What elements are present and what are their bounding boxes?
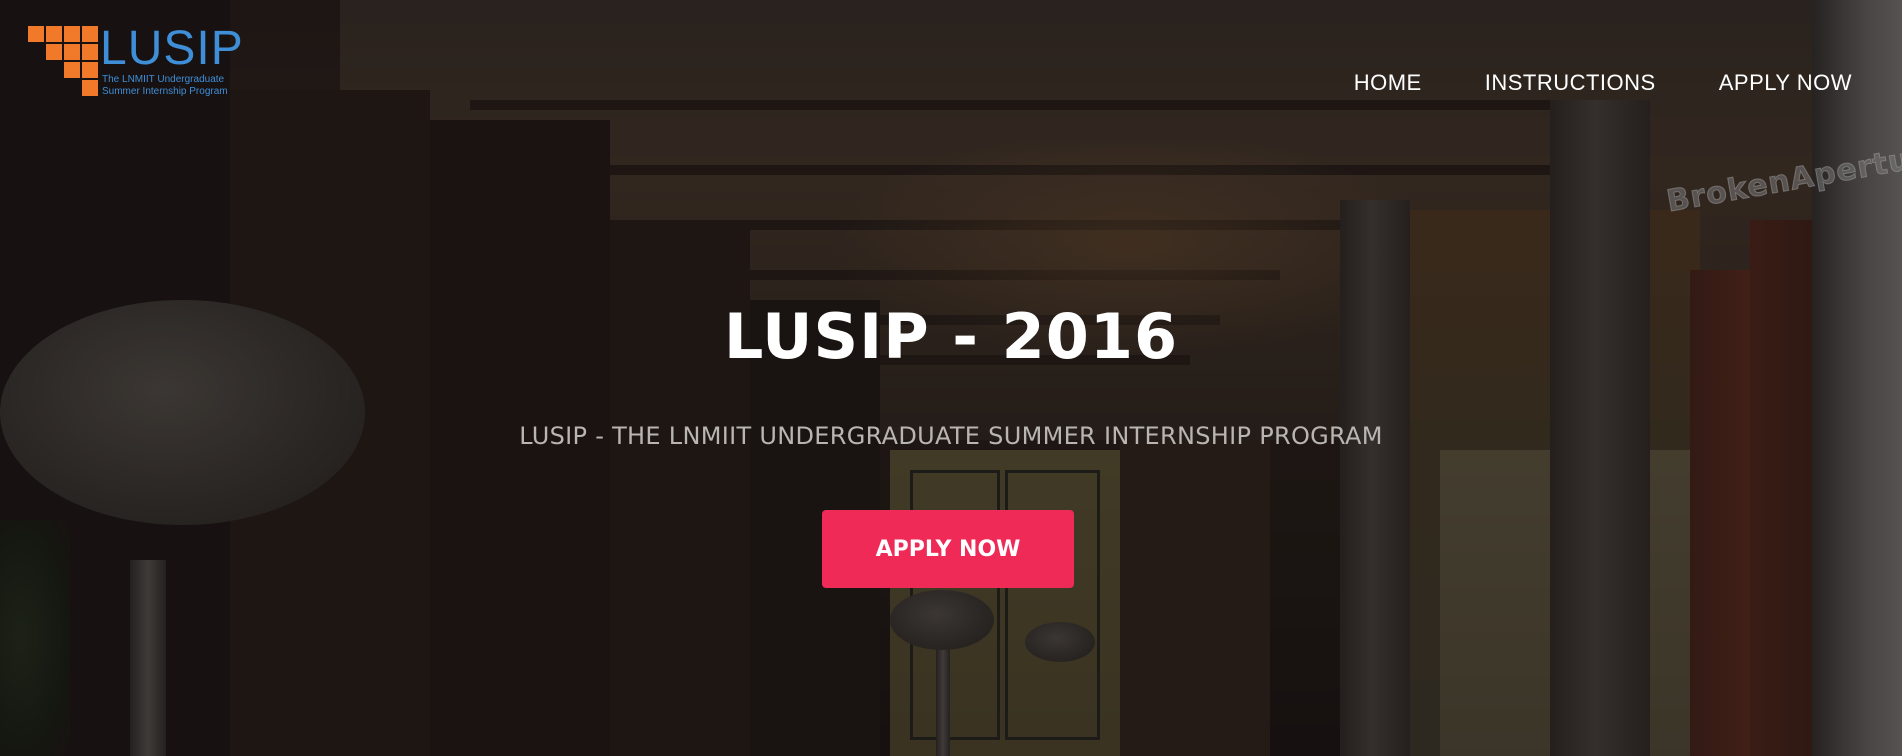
hero-subtitle: LUSIP - THE LNMIIT UNDERGRADUATE SUMMER … xyxy=(519,422,1383,450)
main-nav: HOME INSTRUCTIONS APPLY NOW xyxy=(1354,70,1852,96)
nav-apply-now-link[interactable]: APPLY NOW xyxy=(1719,70,1852,96)
logo-subtitle-line-2: Summer Internship Program xyxy=(102,86,228,97)
hero-title: LUSIP - 2016 xyxy=(723,300,1179,373)
nav-home-link[interactable]: HOME xyxy=(1354,70,1422,96)
logo-subtitle-line-1: The LNMIIT Undergraduate xyxy=(102,74,225,85)
nav-instructions-link[interactable]: INSTRUCTIONS xyxy=(1485,70,1656,96)
dark-overlay xyxy=(0,0,1902,756)
hero-background: BrokenAperture xyxy=(0,0,1902,756)
logo-subtitle: The LNMIIT Undergraduate Summer Internsh… xyxy=(102,74,252,98)
site-logo[interactable]: LUSIP The LNMIIT Undergraduate Summer In… xyxy=(28,22,248,102)
logo-mark-icon xyxy=(28,26,98,96)
logo-title: LUSIP xyxy=(100,22,244,75)
apply-now-button[interactable]: APPLY NOW xyxy=(822,510,1074,588)
